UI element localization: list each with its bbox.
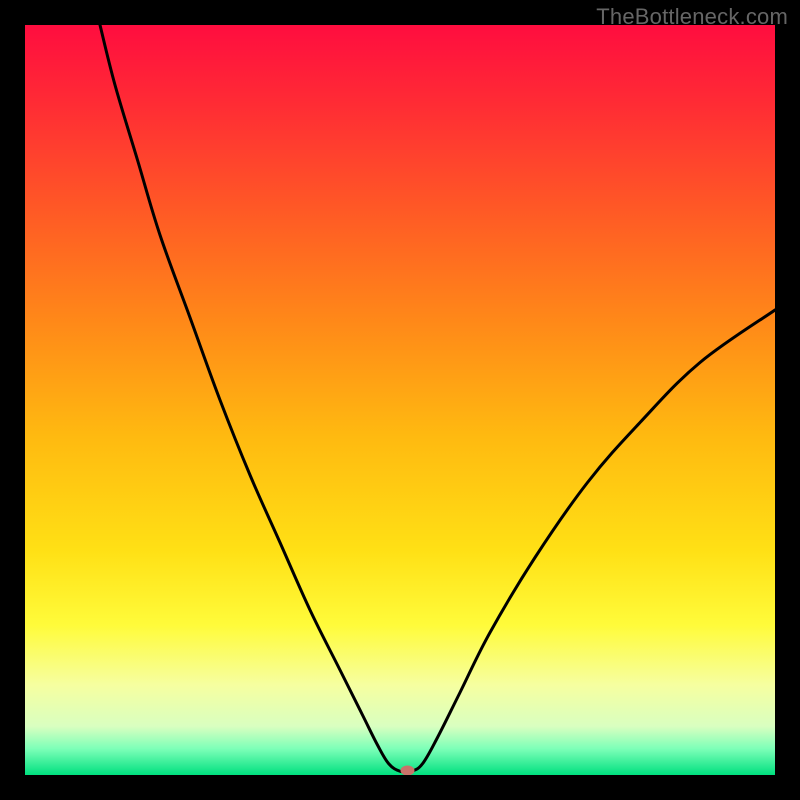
chart-svg bbox=[25, 25, 775, 775]
chart-frame: TheBottleneck.com bbox=[0, 0, 800, 800]
plot-area bbox=[25, 25, 775, 775]
